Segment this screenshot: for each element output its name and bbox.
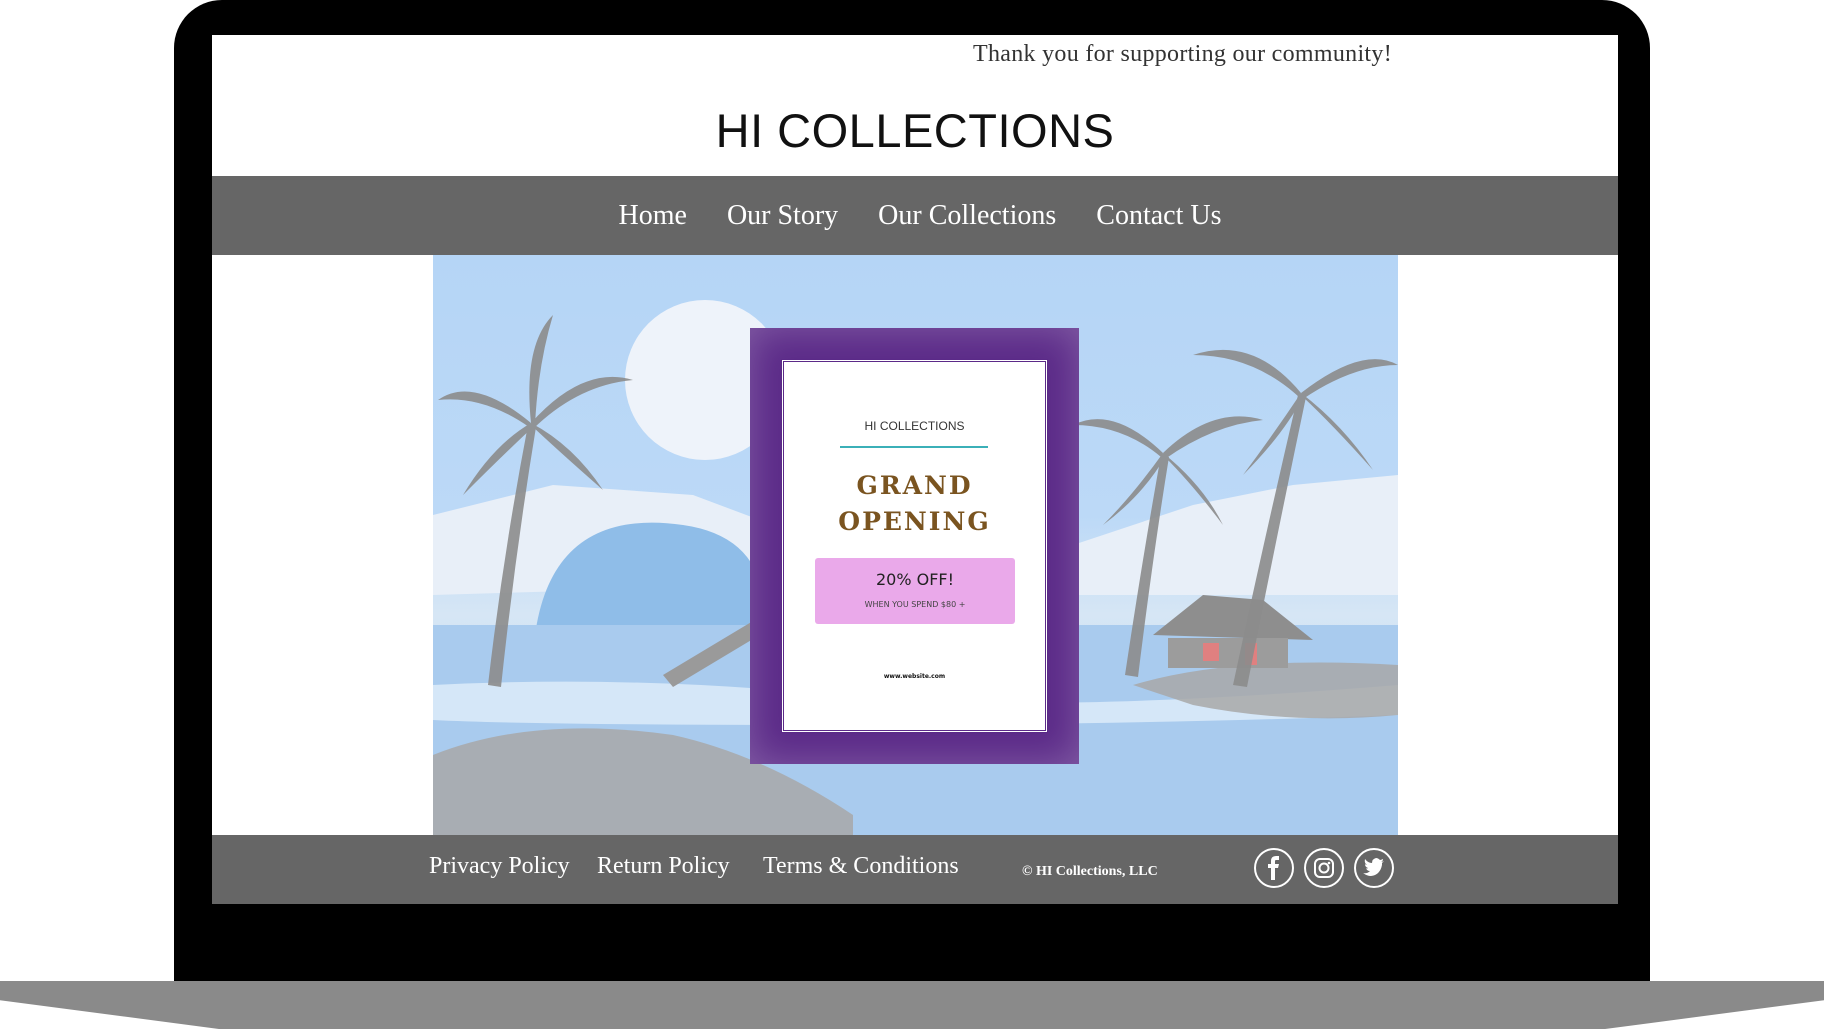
privacy-policy-link[interactable]: Privacy Policy (429, 853, 570, 880)
instagram-icon[interactable] (1304, 848, 1344, 888)
main-nav: Home Our Story Our Collections Contact U… (212, 176, 1618, 255)
return-policy-link[interactable]: Return Policy (597, 853, 730, 880)
mountain-right (1073, 475, 1398, 595)
offer-subtext: WHEN YOU SPEND $80 + (864, 600, 966, 609)
facebook-icon[interactable] (1254, 848, 1294, 888)
terms-conditions-link[interactable]: Terms & Conditions (763, 853, 959, 880)
site-footer: Privacy Policy Return Policy Terms & Con… (212, 835, 1618, 904)
flyer-divider (840, 446, 988, 448)
twitter-icon[interactable] (1354, 848, 1394, 888)
site-logo[interactable]: HI COLLECTIONS (212, 103, 1618, 158)
nav-home[interactable]: Home (619, 200, 687, 232)
grand-opening-flyer[interactable]: HI COLLECTIONS GRAND OPENING 20% OFF! WH… (750, 328, 1079, 764)
announcement-text: Thank you for supporting our community! (973, 41, 1392, 67)
nav-our-story[interactable]: Our Story (727, 200, 838, 232)
flyer-title: GRAND OPENING (784, 468, 1045, 540)
flyer-brand: HI COLLECTIONS (864, 419, 965, 433)
flyer-url: www.website.com (883, 673, 946, 680)
flyer-title-line2: OPENING (838, 507, 991, 536)
offer-box: 20% OFF! WHEN YOU SPEND $80 + (815, 558, 1015, 624)
browser-viewport: Thank you for supporting our community! … (212, 35, 1618, 904)
flyer-title-line1: GRAND (856, 471, 973, 500)
nav-our-collections[interactable]: Our Collections (878, 200, 1056, 232)
copyright-text: © HI Collections, LLC (1022, 864, 1158, 879)
flyer-card: HI COLLECTIONS GRAND OPENING 20% OFF! WH… (781, 359, 1048, 733)
laptop-base (0, 981, 1824, 1029)
nav-contact-us[interactable]: Contact Us (1096, 200, 1221, 232)
offer-text: 20% OFF! (875, 570, 955, 589)
